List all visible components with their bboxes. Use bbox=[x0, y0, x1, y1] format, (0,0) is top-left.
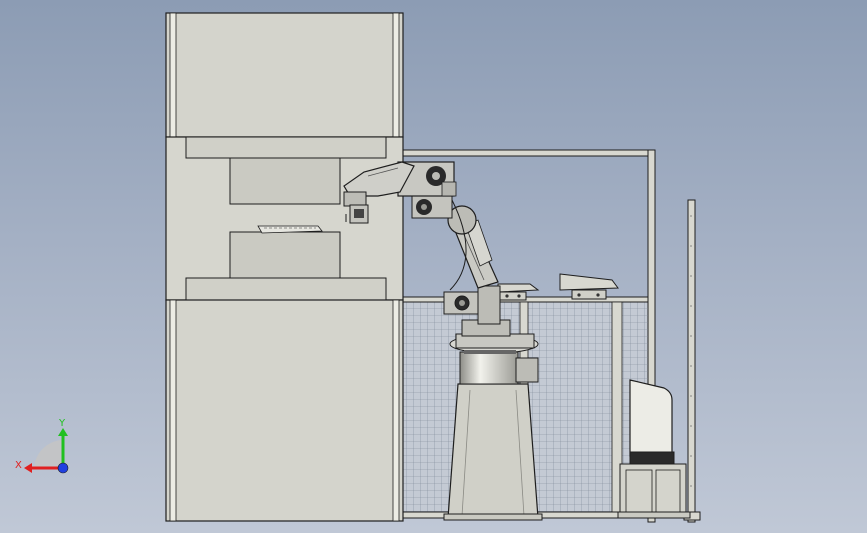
fixture-tray-left bbox=[497, 283, 540, 293]
robot-pedestal bbox=[443, 383, 543, 521]
press-bed bbox=[185, 277, 387, 301]
press-upper-housing bbox=[165, 12, 404, 138]
press-bolster bbox=[229, 231, 341, 279]
cad-viewport[interactable]: X Y bbox=[0, 0, 867, 533]
part-fixtures bbox=[497, 273, 619, 301]
triad-y-label: Y bbox=[58, 418, 66, 429]
fence-end-post bbox=[687, 199, 696, 523]
press-ram bbox=[229, 157, 341, 205]
press-machine bbox=[165, 12, 404, 522]
fixture-tray-right bbox=[559, 273, 619, 291]
press-crown bbox=[185, 136, 387, 159]
assembly-drawing: X Y bbox=[15, 12, 701, 523]
fence-top-rail bbox=[401, 149, 655, 157]
press-base bbox=[165, 299, 404, 522]
coordinate-triad: X Y bbox=[15, 418, 69, 474]
triad-x-label: X bbox=[15, 460, 22, 471]
